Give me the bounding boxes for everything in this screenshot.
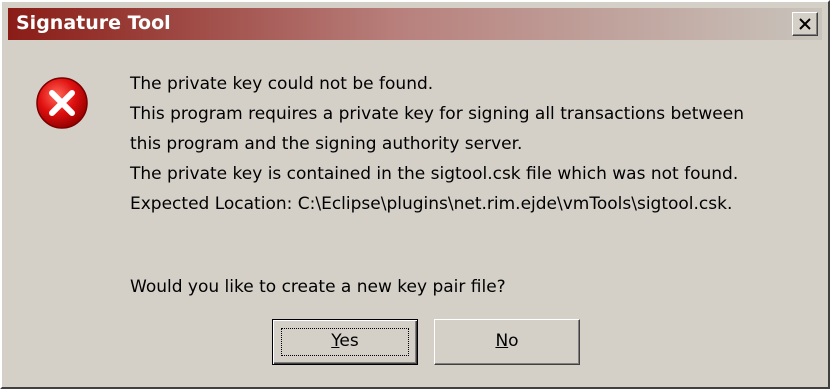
message-line: This program requires a private key for … [130, 104, 744, 124]
yes-button[interactable]: Yes [272, 319, 418, 365]
message-line: this program and the signing authority s… [130, 134, 523, 154]
question-text: Would you like to create a new key pair … [130, 277, 506, 297]
error-icon [36, 77, 88, 129]
close-icon [799, 18, 811, 30]
no-button-label: No [495, 331, 518, 351]
message-text: The private key could not be found. This… [130, 69, 744, 219]
no-button[interactable]: No [434, 319, 580, 365]
message-line: Expected Location: C:\Eclipse\plugins\ne… [130, 194, 733, 214]
dialog-window: Signature Tool The private key could not… [0, 0, 830, 389]
message-line: The private key is contained in the sigt… [130, 164, 739, 184]
no-label-rest: o [508, 331, 519, 351]
yes-button-label: Yes [331, 331, 358, 351]
close-button[interactable] [792, 12, 818, 36]
yes-label-rest: es [339, 331, 359, 351]
no-mnemonic: N [495, 331, 509, 351]
window-title: Signature Tool [16, 12, 171, 34]
message-line: The private key could not be found. [130, 74, 434, 94]
title-bar[interactable]: Signature Tool [8, 8, 822, 40]
